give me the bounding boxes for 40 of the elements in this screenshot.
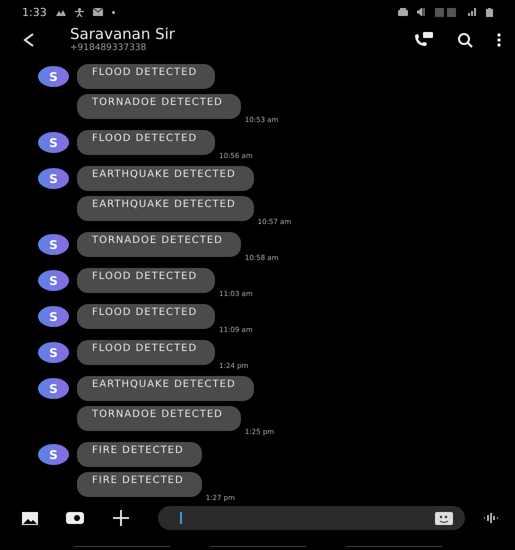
message-bubble: EARTHQUAKE DETECTED [77, 196, 254, 221]
message-bubble: TORNADOE DETECTED [77, 94, 241, 119]
contact-avatar[interactable]: S [38, 306, 69, 327]
contact-avatar[interactable]: S [38, 234, 69, 255]
message-bubble: FIRE DETECTED [77, 442, 202, 467]
menu-button[interactable] [497, 33, 501, 47]
hd-call-button[interactable] [413, 32, 433, 48]
dot-icon [112, 10, 115, 14]
message-bubble: FLOOD DETECTED [77, 340, 216, 365]
contact-avatar[interactable]: S [38, 444, 69, 465]
message-bubble: FLOOD DETECTED [77, 130, 216, 155]
contact-avatar[interactable]: S [38, 132, 69, 153]
search-button[interactable] [457, 32, 473, 48]
sticker-icon[interactable] [435, 512, 453, 524]
phone-number: +918489337338 [70, 43, 148, 54]
message-input[interactable] [158, 506, 465, 530]
status-time: 1:33 [22, 6, 47, 18]
person-icon [74, 8, 84, 16]
signal-icon [468, 8, 477, 16]
message-bubble: FIRE DETECTED [77, 472, 202, 497]
contact-avatar[interactable]: S [38, 378, 69, 399]
contact-name: Saravanan Sir [70, 26, 176, 43]
contact-avatar[interactable]: S [38, 270, 69, 291]
mail-icon [92, 8, 103, 16]
message-bubble: FLOOD DETECTED [77, 304, 216, 329]
mute-icon [417, 8, 426, 16]
contact-avatar[interactable]: S [38, 66, 69, 87]
message-bubble: TORNADOE DETECTED [77, 232, 241, 257]
message-bubble: FLOOD DETECTED [77, 268, 216, 293]
contact-avatar[interactable]: S [38, 168, 69, 189]
voice-icon[interactable] [483, 512, 501, 524]
gallery-button[interactable] [22, 512, 38, 524]
message-bubble: TORNADOE DETECTED [77, 406, 241, 431]
add-button[interactable] [112, 509, 130, 527]
contact-avatar[interactable]: S [38, 342, 69, 363]
message-bubble: EARTHQUAKE DETECTED [77, 376, 254, 401]
battery-icon [486, 8, 493, 16]
camera-button[interactable] [66, 512, 84, 524]
message-bubble: FLOOD DETECTED [77, 64, 216, 89]
message-bubble: EARTHQUAKE DETECTED [77, 166, 254, 191]
